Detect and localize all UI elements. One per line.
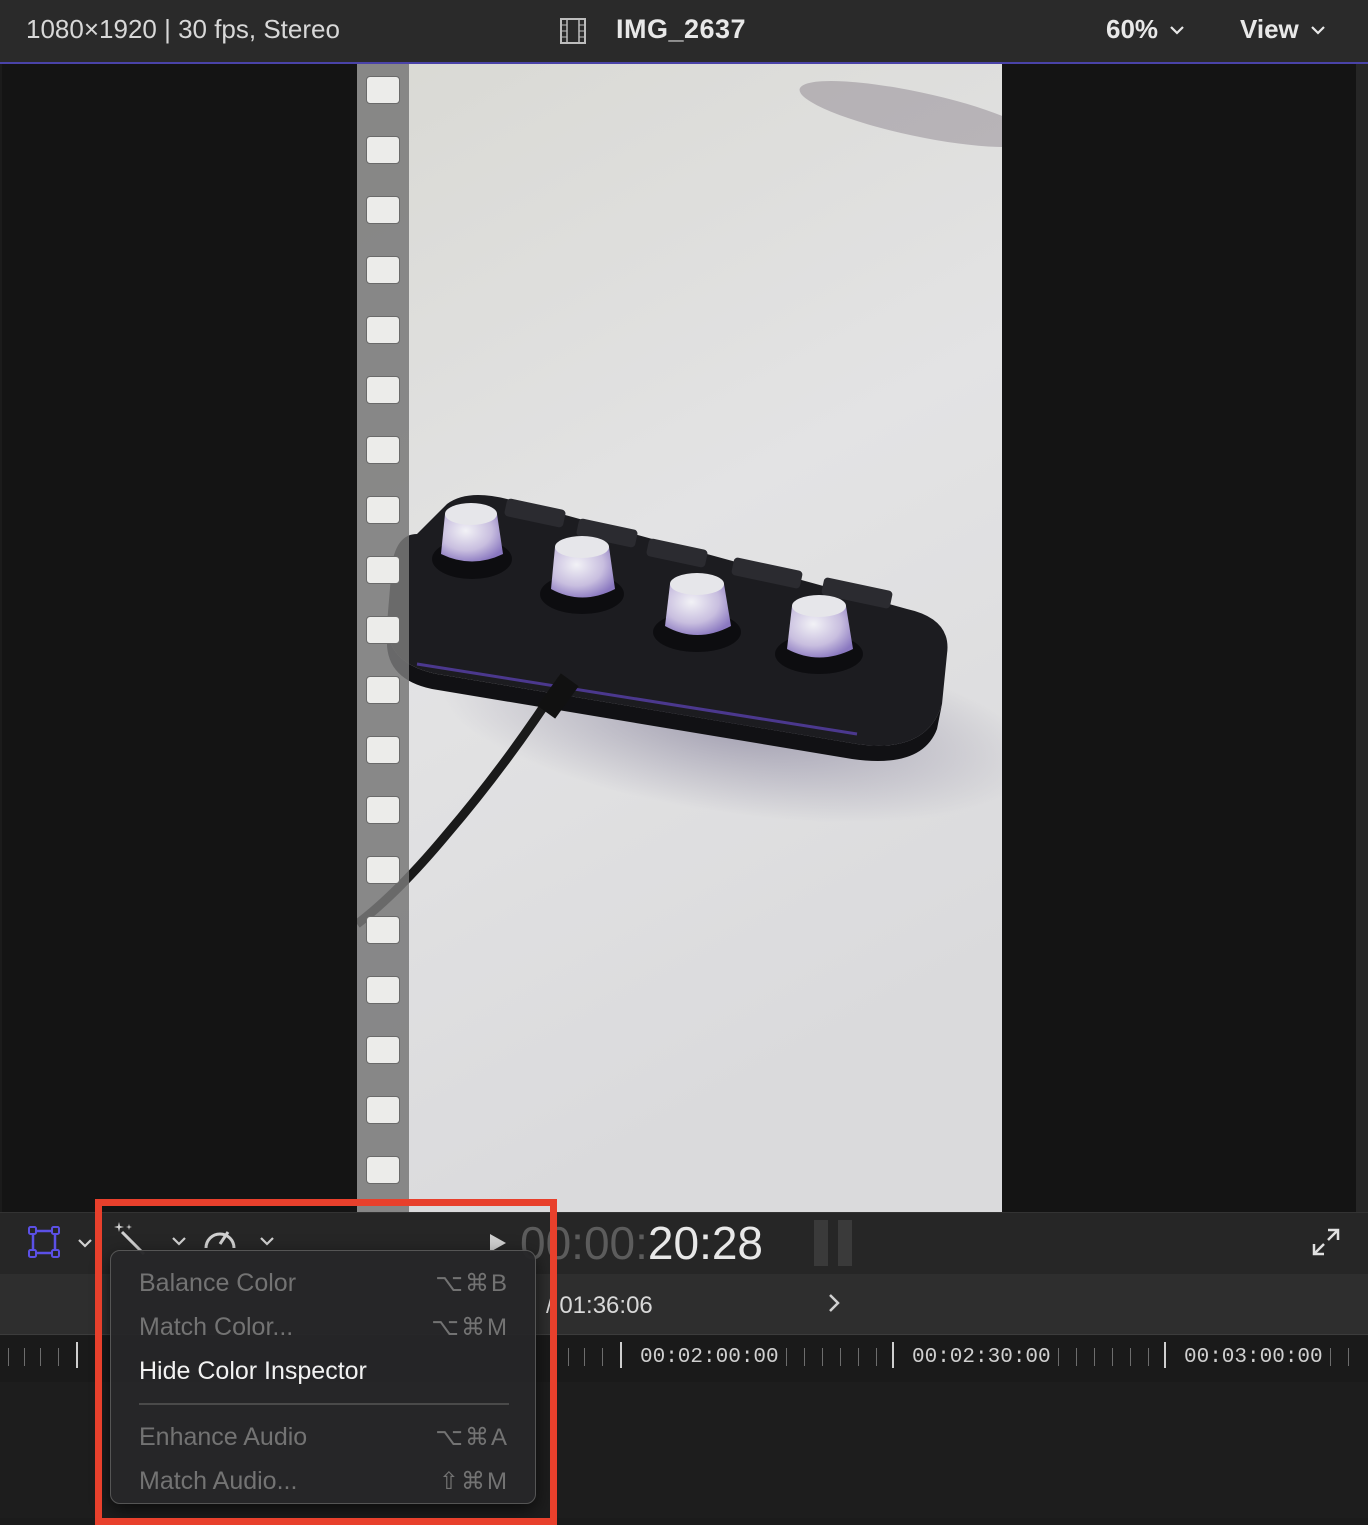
- ruler-label: 00:02:00:00: [640, 1346, 779, 1369]
- chevron-down-icon: [1170, 25, 1184, 35]
- video-frame: [357, 64, 1002, 1212]
- chevron-down-icon: [1311, 25, 1325, 35]
- timecode-active-part: 20:28: [647, 1217, 764, 1269]
- view-menu-button[interactable]: View: [1240, 14, 1325, 45]
- viewer-edge: [1356, 64, 1368, 1212]
- zoom-label: 60%: [1106, 14, 1159, 44]
- filmstrip-overlay: [357, 64, 409, 1212]
- film-strip-icon: [560, 18, 586, 44]
- chevron-down-icon[interactable]: [78, 1238, 92, 1248]
- fullscreen-icon[interactable]: [1310, 1226, 1342, 1258]
- highlight-box: [95, 1199, 557, 1525]
- transform-icon[interactable]: [28, 1226, 60, 1258]
- project-duration: / 01:36:06: [546, 1292, 653, 1319]
- ruler-label: 00:02:30:00: [912, 1346, 1051, 1369]
- format-info: 1080×1920 | 30 fps, Stereo: [26, 14, 340, 44]
- ruler-label: 00:03:00:00: [1184, 1346, 1323, 1369]
- chevron-right-icon[interactable]: [826, 1292, 842, 1314]
- zoom-menu-button[interactable]: 60%: [1106, 14, 1184, 45]
- clip-name: IMG_2637: [616, 14, 747, 44]
- view-label: View: [1240, 14, 1299, 44]
- audio-meter-icon[interactable]: [812, 1216, 856, 1268]
